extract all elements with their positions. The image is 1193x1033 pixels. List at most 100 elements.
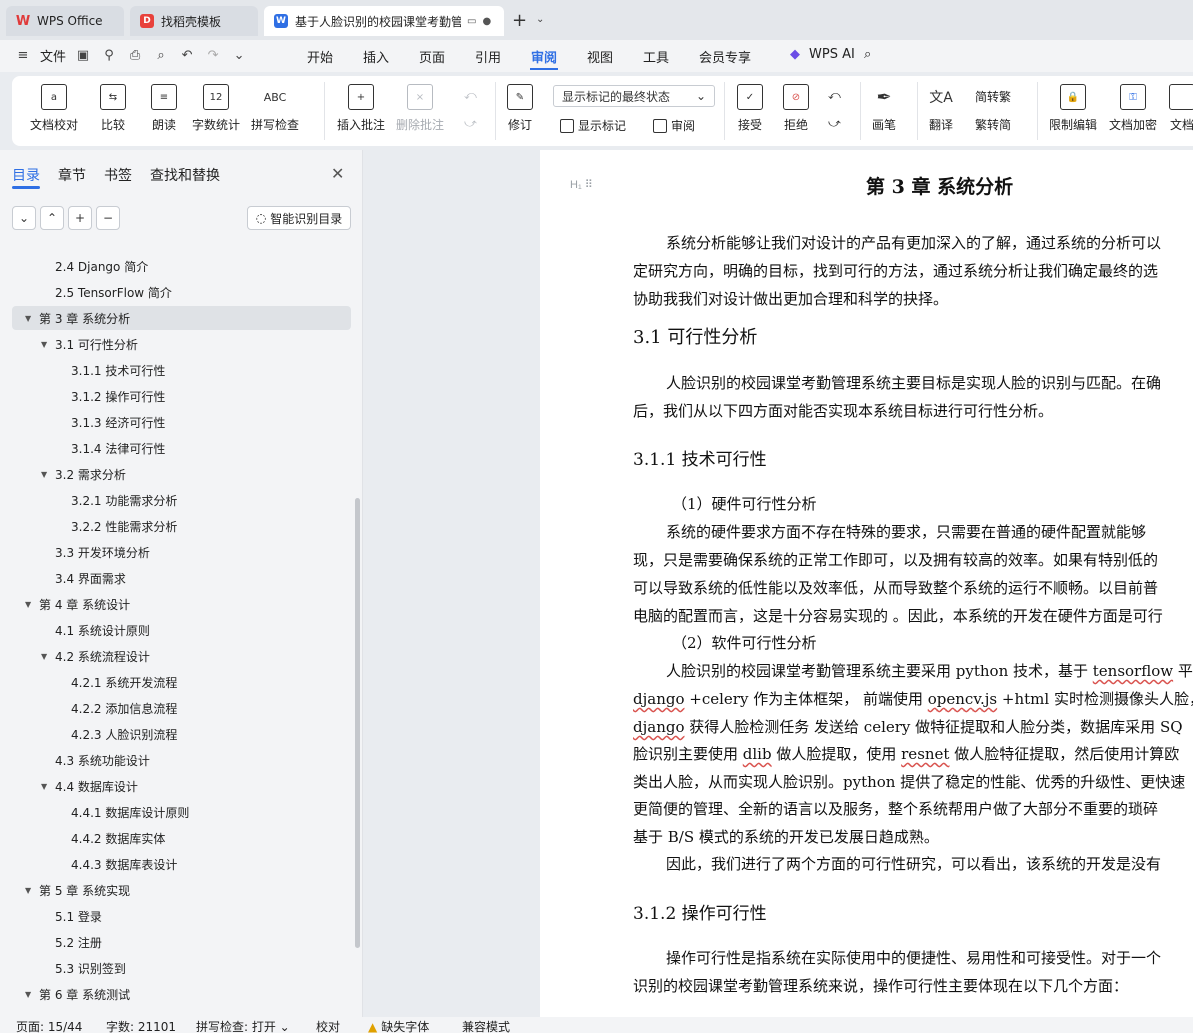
share-icon[interactable]: ⚲: [100, 47, 118, 65]
spell-flagged-word[interactable]: resnet: [901, 745, 949, 763]
tab-close-dot-icon[interactable]: ●: [482, 16, 491, 27]
spell-flagged-word[interactable]: django: [633, 718, 685, 736]
toc-item[interactable]: ▼ 3.2 需求分析: [12, 462, 351, 486]
file-menu[interactable]: 文件: [40, 46, 66, 65]
expand-caret-icon[interactable]: ▼: [25, 886, 31, 895]
read-aloud-button[interactable]: ≡ 朗读: [151, 84, 177, 133]
next-change-icon[interactable]: ⤻: [828, 116, 841, 131]
prev-comment-icon[interactable]: ⤺: [464, 88, 477, 103]
hamburger-icon[interactable]: ≡: [14, 47, 32, 65]
menu-review[interactable]: 审阅: [531, 47, 557, 66]
nav-tab-bookmarks[interactable]: 书签: [104, 165, 132, 185]
monitor-icon[interactable]: ▭: [467, 16, 476, 27]
delete-comment-button[interactable]: × 删除批注: [396, 84, 444, 133]
print-icon[interactable]: ⎙: [126, 47, 144, 65]
chevron-down-icon[interactable]: ⌄: [536, 14, 544, 25]
toc-item[interactable]: 4.4.3 数据库表设计: [12, 852, 351, 876]
toc-item[interactable]: 4.2.1 系统开发流程: [12, 670, 351, 694]
toc-item[interactable]: ▼ 第 4 章 系统设计: [12, 592, 351, 616]
toc-item[interactable]: 3.3 开发环境分析: [12, 540, 351, 564]
spell-check-button[interactable]: ABC 拼写检查: [251, 84, 299, 133]
spell-check-status[interactable]: 拼写检查: 打开 ⌄: [196, 1018, 290, 1033]
toc-item[interactable]: ▼ 第 6 章 系统测试: [12, 982, 351, 1006]
page-indicator[interactable]: 页面: 15/44: [16, 1018, 82, 1033]
toc-item[interactable]: 5.3 识别签到: [12, 956, 351, 980]
reject-button[interactable]: ⊘ 拒绝: [783, 84, 809, 133]
menu-view[interactable]: 视图: [587, 47, 613, 66]
proofread-status[interactable]: 校对: [316, 1018, 340, 1033]
missing-font-status[interactable]: ▲ 缺失字体: [368, 1018, 429, 1033]
to-simplified-button[interactable]: 繁转简: [975, 116, 1011, 133]
menu-home[interactable]: 开始: [307, 47, 333, 66]
toc-item[interactable]: 2.4 Django 简介: [12, 254, 351, 278]
markup-state-select[interactable]: 显示标记的最终状态 ⌄: [553, 85, 715, 107]
accept-button[interactable]: ✓ 接受: [737, 84, 763, 133]
toc-item[interactable]: 4.1 系统设计原则: [12, 618, 351, 642]
nav-tab-toc[interactable]: 目录: [12, 165, 40, 185]
expand-caret-icon[interactable]: ▼: [41, 340, 47, 349]
toc-item[interactable]: 3.2.1 功能需求分析: [12, 488, 351, 512]
collapse-down-button[interactable]: ⌄: [12, 206, 36, 230]
menu-membership[interactable]: 会员专享: [699, 47, 751, 66]
add-heading-button[interactable]: +: [68, 206, 92, 230]
menu-tools[interactable]: 工具: [643, 47, 669, 66]
toc-item[interactable]: 4.4.2 数据库实体: [12, 826, 351, 850]
revise-button[interactable]: ✎ 修订: [507, 84, 533, 133]
nav-tab-find-replace[interactable]: 查找和替换: [150, 165, 220, 185]
toc-item[interactable]: 3.1.3 经济可行性: [12, 410, 351, 434]
toc-item[interactable]: ▼ 第 3 章 系统分析: [12, 306, 351, 330]
search-icon[interactable]: ⌕: [864, 47, 871, 62]
toc-item[interactable]: 3.1.4 法律可行性: [12, 436, 351, 460]
toc-item[interactable]: 5.2 注册: [12, 930, 351, 954]
toc-item[interactable]: 3.2.2 性能需求分析: [12, 514, 351, 538]
tab-wps-office[interactable]: W WPS Office: [6, 6, 124, 36]
spell-flagged-word[interactable]: dlib: [743, 745, 772, 763]
undo-icon[interactable]: ↶: [178, 47, 196, 65]
toc-item[interactable]: ▼ 4.2 系统流程设计: [12, 644, 351, 668]
expand-caret-icon[interactable]: ▼: [41, 782, 47, 791]
next-comment-icon[interactable]: ⤻: [464, 116, 477, 131]
spell-flagged-word[interactable]: opencv.js: [928, 690, 997, 708]
show-markup-button[interactable]: 显示标记: [560, 117, 626, 134]
save-icon[interactable]: ▣: [74, 47, 92, 65]
nav-scrollbar[interactable]: [355, 498, 360, 948]
nav-tab-sections[interactable]: 章节: [58, 165, 86, 185]
new-tab-plus-icon[interactable]: +: [512, 10, 527, 31]
toc-item[interactable]: ▼ 第 5 章 系统实现: [12, 878, 351, 902]
print-preview-icon[interactable]: ⌕: [152, 47, 170, 65]
expand-caret-icon[interactable]: ▼: [25, 990, 31, 999]
toc-item[interactable]: 5.1 登录: [12, 904, 351, 928]
toc-item[interactable]: 3.4 界面需求: [12, 566, 351, 590]
wps-ai-button[interactable]: WPS AI: [809, 47, 855, 62]
prev-change-icon[interactable]: ⤺: [828, 88, 841, 103]
toc-item[interactable]: 4.4.1 数据库设计原则: [12, 800, 351, 824]
expand-caret-icon[interactable]: ▼: [41, 652, 47, 661]
chevron-down-icon[interactable]: ⌄: [230, 47, 248, 65]
restrict-edit-button[interactable]: 🔒 限制编辑: [1049, 84, 1097, 133]
doc-check-button[interactable]: a 文档校对: [30, 84, 78, 133]
to-traditional-button[interactable]: 简转繁: [975, 88, 1011, 105]
doc-more-button[interactable]: 文档: [1169, 84, 1193, 133]
menu-insert[interactable]: 插入: [363, 47, 389, 66]
menu-references[interactable]: 引用: [475, 47, 501, 66]
toc-item[interactable]: ▼ 4.4 数据库设计: [12, 774, 351, 798]
tab-document[interactable]: W 基于人脸识别的校园课堂考勤管理系统 ▭ ●: [264, 6, 504, 36]
expand-caret-icon[interactable]: ▼: [41, 470, 47, 479]
toc-item[interactable]: 4.2.2 添加信息流程: [12, 696, 351, 720]
pen-button[interactable]: ✒ 画笔: [871, 84, 897, 133]
toc-item[interactable]: 4.2.3 人脸识别流程: [12, 722, 351, 746]
insert-comment-button[interactable]: + 插入批注: [337, 84, 385, 133]
word-count-indicator[interactable]: 字数: 21101: [106, 1018, 176, 1033]
heading-drag-handle-icon[interactable]: H₁ ⠿: [570, 178, 593, 191]
compare-button[interactable]: ⇆ 比较: [100, 84, 126, 133]
collapse-up-button[interactable]: ⌃: [40, 206, 64, 230]
doc-encrypt-button[interactable]: ⚿ 文档加密: [1109, 84, 1157, 133]
toc-item[interactable]: 3.1.1 技术可行性: [12, 358, 351, 382]
toc-item[interactable]: ▼ 3.1 可行性分析: [12, 332, 351, 356]
expand-caret-icon[interactable]: ▼: [25, 314, 31, 323]
expand-caret-icon[interactable]: ▼: [25, 600, 31, 609]
close-icon[interactable]: ✕: [331, 164, 344, 183]
remove-heading-button[interactable]: −: [96, 206, 120, 230]
toc-item[interactable]: 2.5 TensorFlow 简介: [12, 280, 351, 304]
document-page[interactable]: H₁ ⠿ 第 3 章 系统分析 系统分析能够让我们对设计的产品有更加深入的了解，…: [540, 150, 1193, 1017]
